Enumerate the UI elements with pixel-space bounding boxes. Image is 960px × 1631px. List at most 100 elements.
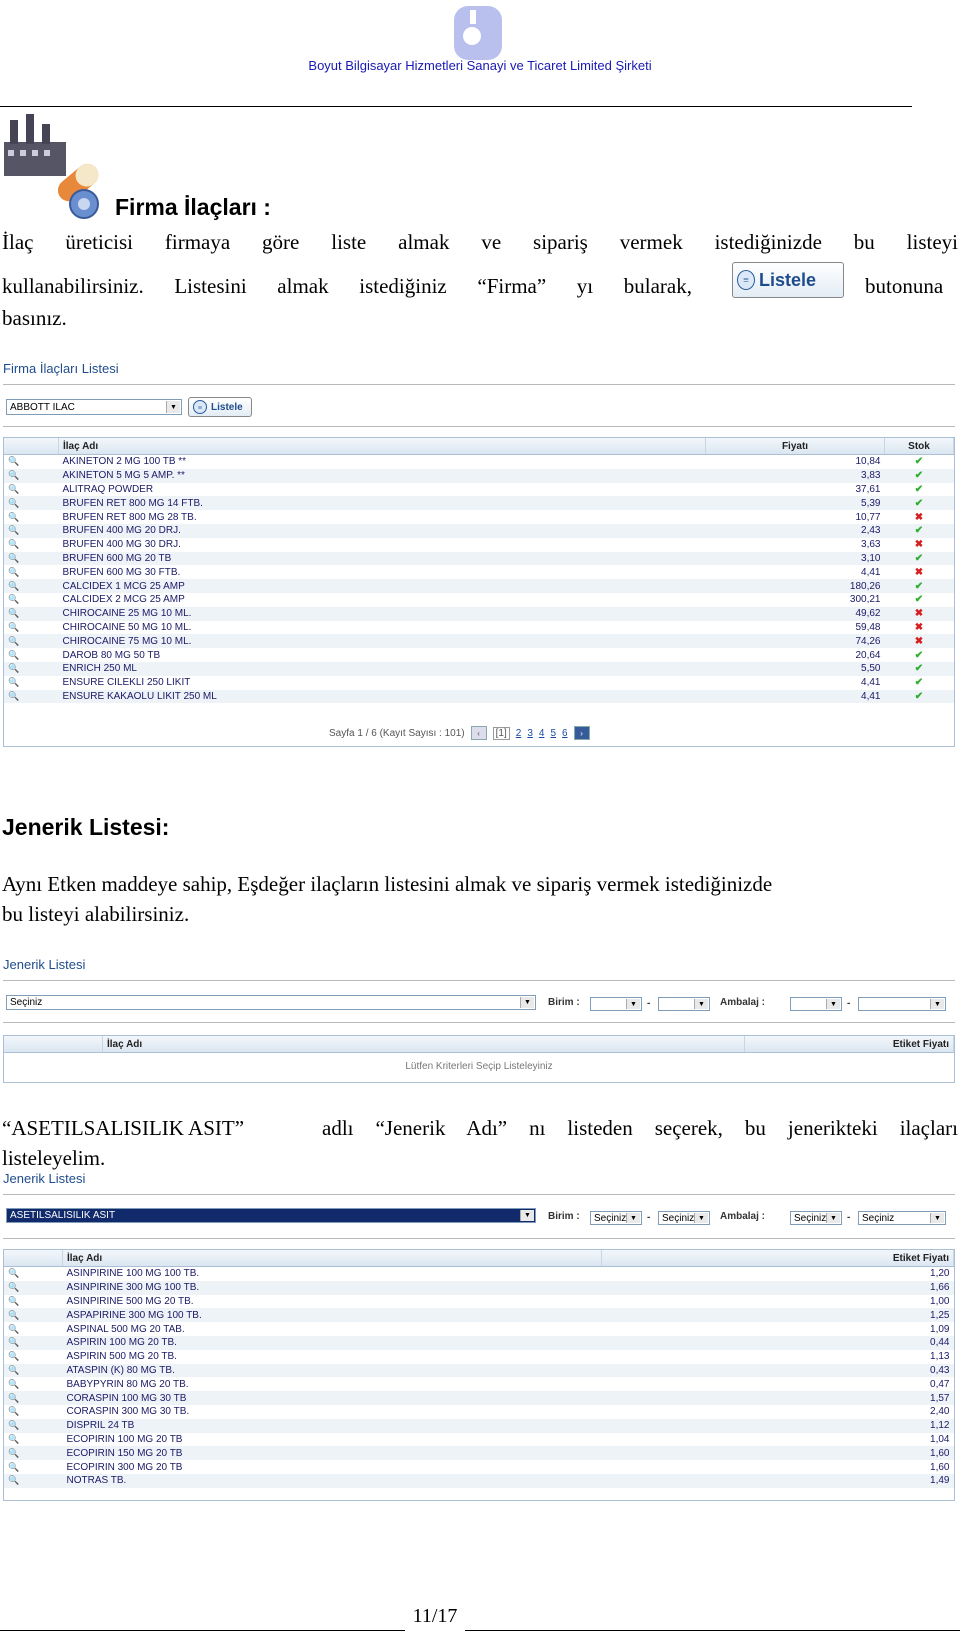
ambalaj-select-2[interactable]: Seçiniz ▼ [858,1211,946,1225]
magnifier-icon[interactable]: 🔍 [4,496,59,511]
drug-price: 1,12 [601,1418,954,1433]
table-row[interactable]: 🔍 CHIROCAINE 50 MG 10 ML. 59,48 ✖ [4,621,954,635]
grid-header-price[interactable]: Etiket Fiyatı [601,1250,954,1267]
table-row[interactable]: 🔍 ECOPIRIN 150 MG 20 TB 1,60 [4,1446,954,1461]
prev-page-button[interactable]: ‹ [470,726,487,740]
magnifier-icon[interactable]: 🔍 [4,634,59,649]
table-row[interactable]: 🔍 ASPIRIN 500 MG 20 TB. 1,13 [4,1350,954,1364]
table-row[interactable]: 🔍 BRUFEN RET 800 MG 28 TB. 10,77 ✖ [4,510,954,524]
magnifier-icon[interactable]: 🔍 [4,455,59,469]
drug-price: 180,26 [705,579,885,593]
table-row[interactable]: 🔍 ENSURE KAKAOLU LIKIT 250 ML 4,41 ✔ [4,689,954,704]
jenerik-select-filled[interactable]: ASETILSALISILIK ASIT ▼ [6,1208,536,1223]
magnifier-icon[interactable]: 🔍 [4,468,59,483]
magnifier-icon[interactable]: 🔍 [4,593,59,607]
table-row[interactable]: 🔍 BRUFEN 400 MG 30 DRJ. 3,63 ✖ [4,538,954,552]
table-row[interactable]: 🔍 DAROB 80 MG 50 TB 20,64 ✔ [4,648,954,662]
magnifier-icon[interactable]: 🔍 [4,579,59,593]
table-row[interactable]: 🔍 CORASPIN 100 MG 30 TB 1,57 [4,1391,954,1405]
magnifier-icon[interactable]: 🔍 [4,565,59,579]
magnifier-icon[interactable]: 🔍 [4,606,59,621]
next-page-button[interactable]: › [573,726,590,740]
table-row[interactable]: 🔍 BRUFEN 400 MG 20 DRJ. 2,43 ✔ [4,523,954,538]
ambalaj-select-2[interactable]: ▼ [858,997,946,1011]
grid-header-name[interactable]: İlaç Adı [58,438,706,455]
table-row[interactable]: 🔍 ENRICH 250 ML 5,50 ✔ [4,661,954,676]
magnifier-icon[interactable]: 🔍 [4,1391,63,1405]
table-row[interactable]: 🔍 ATASPIN (K) 80 MG TB. 0,43 [4,1363,954,1378]
table-row[interactable]: 🔍 CHIROCAINE 25 MG 10 ML. 49,62 ✖ [4,606,954,621]
magnifier-icon[interactable]: 🔍 [4,676,59,690]
table-row[interactable]: 🔍 CHIROCAINE 75 MG 10 ML. 74,26 ✖ [4,634,954,649]
ambalaj-select-1[interactable]: Seçiniz ▼ [790,1211,842,1225]
table-row[interactable]: 🔍 BRUFEN RET 800 MG 14 FTB. 5,39 ✔ [4,496,954,511]
magnifier-icon[interactable]: 🔍 [4,551,59,566]
table-row[interactable]: 🔍 ALITRAQ POWDER 37,61 ✔ [4,483,954,497]
table-row[interactable]: 🔍 AKINETON 2 MG 100 TB ** 10,84 ✔ [4,455,954,469]
table-row[interactable]: 🔍 CORASPIN 300 MG 30 TB. 2,40 [4,1405,954,1419]
magnifier-icon[interactable]: 🔍 [4,523,59,538]
magnifier-icon[interactable]: 🔍 [4,1308,63,1323]
table-row[interactable]: 🔍 ENSURE CILEKLI 250 LIKIT 4,41 ✔ [4,676,954,690]
magnifier-icon[interactable]: 🔍 [4,1418,63,1433]
table-row[interactable]: 🔍 CALCIDEX 1 MCG 25 AMP 180,26 ✔ [4,579,954,593]
table-row[interactable]: 🔍 ECOPIRIN 100 MG 20 TB 1,04 [4,1433,954,1447]
magnifier-icon[interactable]: 🔍 [4,1446,63,1461]
jenerik-select[interactable]: Seçiniz ▼ [6,995,536,1010]
magnifier-icon[interactable]: 🔍 [4,1473,63,1488]
table-row[interactable]: 🔍 ASPINAL 500 MG 20 TAB. 1,09 [4,1322,954,1336]
magnifier-icon[interactable]: 🔍 [4,538,59,552]
table-row[interactable]: 🔍 ASINPIRINE 500 MG 20 TB. 1,00 [4,1295,954,1309]
table-row[interactable]: 🔍 CALCIDEX 2 MCG 25 AMP 300,21 ✔ [4,593,954,607]
magnifier-icon[interactable]: 🔍 [4,1460,63,1474]
magnifier-icon[interactable]: 🔍 [4,1350,63,1364]
magnifier-icon[interactable]: 🔍 [4,510,59,524]
company-name: Boyut Bilgisayar Hizmetleri Sanayi ve Ti… [308,58,652,73]
ambalaj-select-1[interactable]: ▼ [790,997,842,1011]
table-row[interactable]: 🔍 ECOPIRIN 300 MG 20 TB 1,60 [4,1460,954,1474]
pager: Sayfa 1 / 6 (Kayıt Sayısı : 101) ‹ [1] 2… [329,726,590,740]
table-row[interactable]: 🔍 BRUFEN 600 MG 20 TB 3,10 ✔ [4,551,954,566]
listele-button[interactable]: ≡ Listele [188,397,252,417]
firma-select[interactable]: ABBOTT ILAC ▼ [6,399,182,415]
magnifier-icon[interactable]: 🔍 [4,621,59,635]
birim-select-1[interactable]: Seçiniz ▼ [590,1211,642,1225]
birim-select-1[interactable]: ▼ [590,997,642,1011]
magnifier-icon[interactable]: 🔍 [4,661,59,676]
table-row[interactable]: 🔍 AKINETON 5 MG 5 AMP. ** 3,83 ✔ [4,468,954,483]
table-row[interactable]: 🔍 BRUFEN 600 MG 30 FTB. 4,41 ✖ [4,565,954,579]
magnifier-icon[interactable]: 🔍 [4,689,59,704]
magnifier-icon[interactable]: 🔍 [4,1363,63,1378]
grid-header-name[interactable]: İlaç Adı [102,1036,745,1053]
magnifier-icon[interactable]: 🔍 [4,1377,63,1391]
magnifier-icon[interactable]: 🔍 [4,1405,63,1419]
grid-header-price[interactable]: Etiket Fiyatı [744,1036,954,1053]
table-row[interactable]: 🔍 ASINPIRINE 100 MG 100 TB. 1,20 [4,1267,954,1281]
magnifier-icon[interactable]: 🔍 [4,648,59,662]
table-row[interactable]: 🔍 DISPRIL 24 TB 1,12 [4,1418,954,1433]
grid-header-stock[interactable]: Stok [884,438,954,455]
table-row[interactable]: 🔍 ASPAPIRINE 300 MG 100 TB. 1,25 [4,1308,954,1323]
paragraph-jenerik-2: bu listeyi alabilirsiniz. [2,902,190,926]
magnifier-icon[interactable]: 🔍 [4,483,59,497]
birim-select-2[interactable]: Seçiniz ▼ [658,1211,710,1225]
magnifier-icon[interactable]: 🔍 [4,1335,63,1350]
magnifier-icon[interactable]: 🔍 [4,1295,63,1309]
select-value: Seçiniz [662,1212,695,1224]
magnifier-icon[interactable]: 🔍 [4,1433,63,1447]
page-link[interactable]: 2 [516,728,522,739]
birim-select-2[interactable]: ▼ [658,997,710,1011]
page-link[interactable]: 3 [527,728,533,739]
magnifier-icon[interactable]: 🔍 [4,1267,63,1281]
page-link[interactable]: 4 [539,728,545,739]
page-link[interactable]: 5 [550,728,556,739]
table-row[interactable]: 🔍 ASINPIRINE 300 MG 100 TB. 1,66 [4,1280,954,1295]
table-row[interactable]: 🔍 NOTRAS TB. 1,49 [4,1473,954,1488]
magnifier-icon[interactable]: 🔍 [4,1322,63,1336]
table-row[interactable]: 🔍 BABYPYRIN 80 MG 20 TB. 0,47 [4,1377,954,1391]
magnifier-icon[interactable]: 🔍 [4,1280,63,1295]
table-row[interactable]: 🔍 ASPIRIN 100 MG 20 TB. 0,44 [4,1335,954,1350]
grid-header-price[interactable]: Fiyatı [705,438,885,455]
grid-header-name[interactable]: İlaç Adı [62,1250,602,1267]
page-link[interactable]: 6 [562,728,568,739]
